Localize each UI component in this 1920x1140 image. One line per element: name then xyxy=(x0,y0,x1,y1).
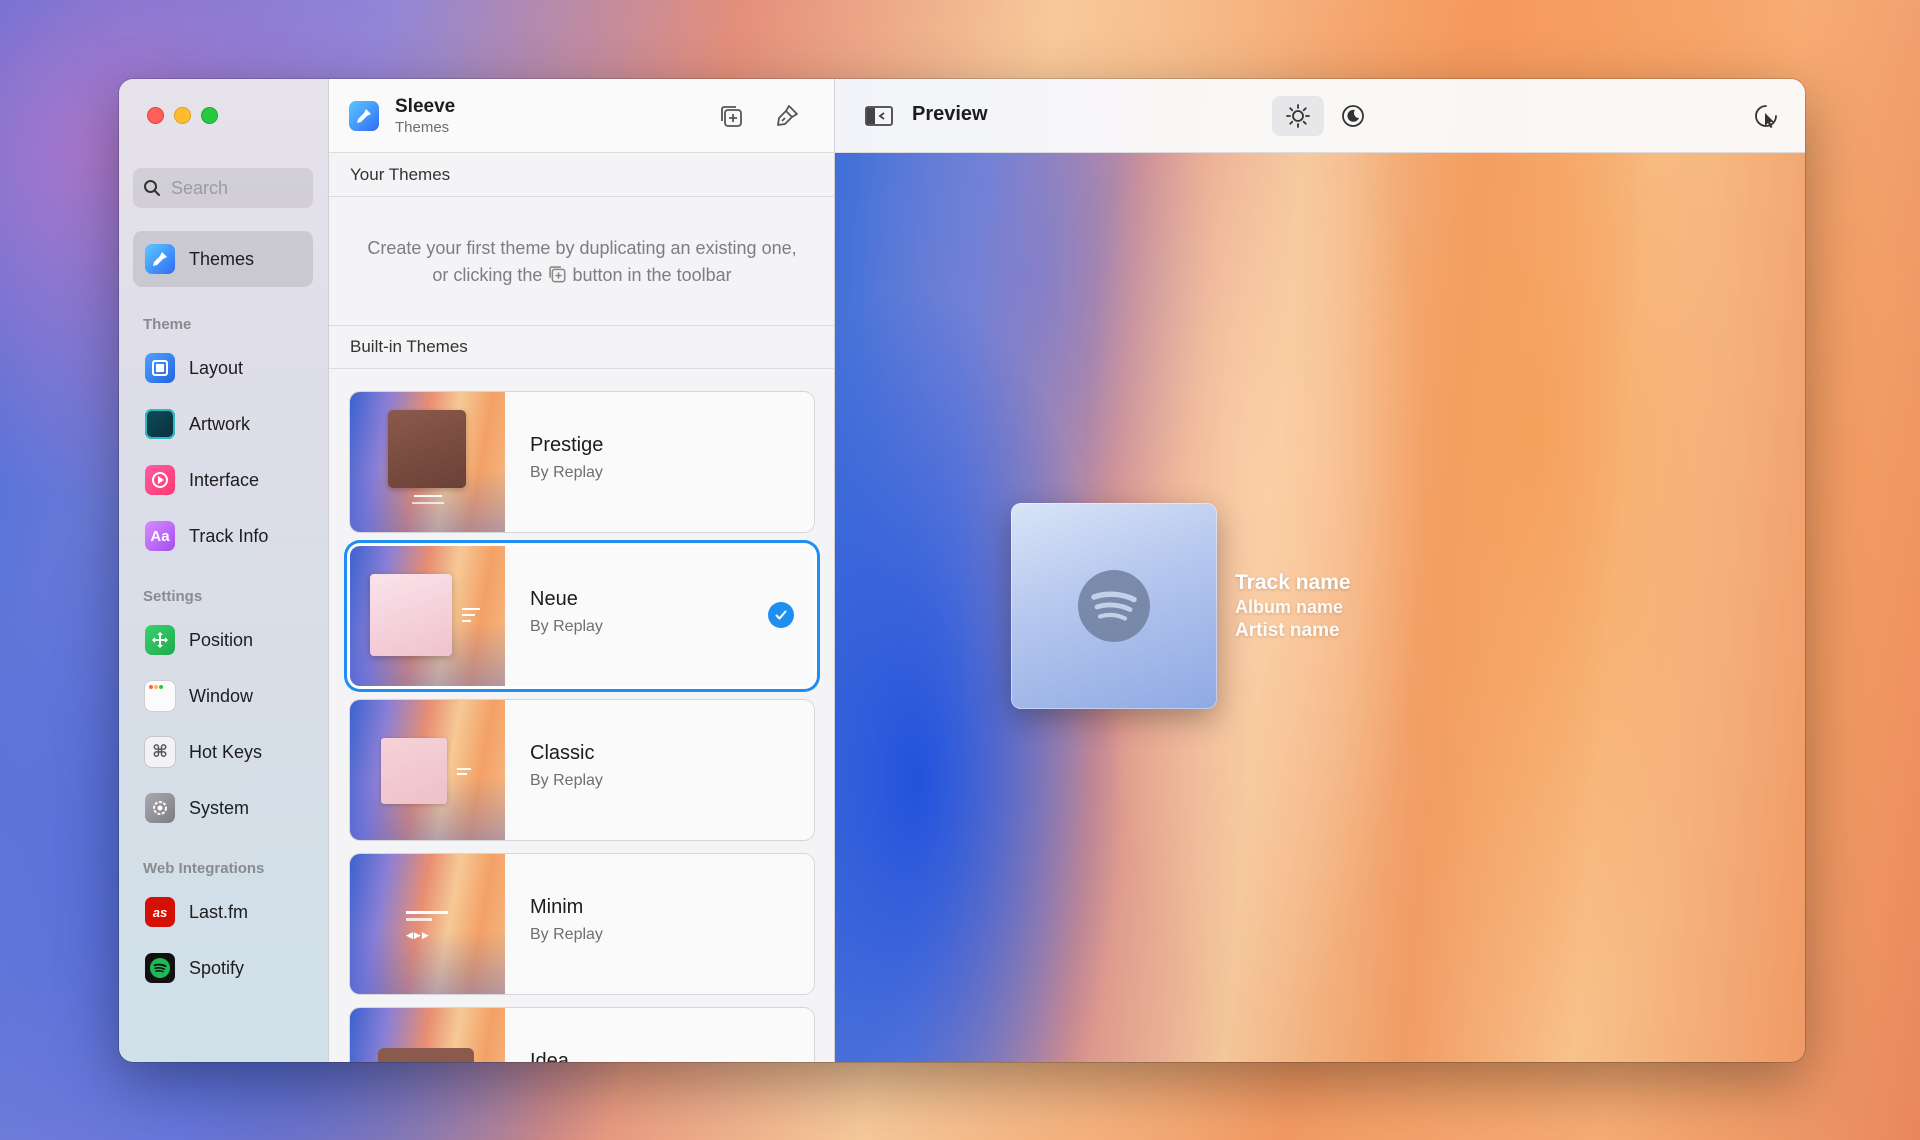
theme-thumbnail xyxy=(350,1008,505,1062)
zoom-window-button[interactable] xyxy=(201,107,218,124)
app-subtitle: Themes xyxy=(395,119,450,136)
preview-title: Preview xyxy=(912,103,988,125)
artwork-icon xyxy=(145,409,175,439)
text-icon: Aa xyxy=(145,521,175,551)
theme-thumbnail xyxy=(350,392,505,532)
interface-icon xyxy=(145,465,175,495)
app-title: Sleeve xyxy=(395,96,456,117)
empty-message-text: button in the toolbar xyxy=(572,265,732,285)
minimize-window-button[interactable] xyxy=(174,107,191,124)
theme-name: Minim xyxy=(530,896,584,918)
sidebar-item-label: Themes xyxy=(189,248,255,269)
theme-thumbnail: ◀▶▶ xyxy=(350,854,505,994)
sidebar-item-artwork[interactable]: Artwork xyxy=(133,402,313,446)
themes-toolbar: Sleeve Themes xyxy=(329,79,834,153)
theme-thumbnail xyxy=(350,546,505,686)
sidebar-item-label: Track Info xyxy=(189,525,269,546)
sidebar-item-system[interactable]: System xyxy=(133,786,313,830)
spotify-icon xyxy=(1078,570,1150,642)
theme-thumbnail xyxy=(350,700,505,840)
command-key-icon: ⌘ xyxy=(145,737,175,767)
search-input[interactable] xyxy=(171,177,301,199)
light-mode-button[interactable] xyxy=(1272,96,1324,136)
app-window: Themes Theme Layout Artwork Interface Aa… xyxy=(119,79,1805,1062)
theme-card-idea[interactable]: Idea xyxy=(350,1008,814,1062)
sidebar-item-label: Layout xyxy=(189,357,244,378)
theme-author: By Replay xyxy=(530,464,603,481)
empty-themes-message: Create your first theme by duplicating a… xyxy=(359,235,805,289)
sidebar-item-label: System xyxy=(189,797,250,818)
layout-icon xyxy=(145,353,175,383)
sidebar-item-spotify[interactable]: Spotify xyxy=(133,946,313,990)
theme-card-neue[interactable]: Neue By Replay xyxy=(350,546,814,686)
track-info: Track name Album name Artist name xyxy=(1235,571,1351,643)
close-window-button[interactable] xyxy=(147,107,164,124)
sidebar-item-lastfm[interactable]: as Last.fm xyxy=(133,890,313,934)
moon-icon xyxy=(1342,105,1364,127)
theme-name: Neue xyxy=(530,588,578,610)
theme-card-minim[interactable]: ◀▶▶ Minim By Replay xyxy=(350,854,814,994)
themes-icon xyxy=(145,244,175,274)
selected-checkmark-icon xyxy=(768,602,794,628)
duplicate-theme-button[interactable] xyxy=(714,99,748,133)
sidebar-item-interface[interactable]: Interface xyxy=(133,458,313,502)
move-arrows-icon xyxy=(145,625,175,655)
album-name: Album name xyxy=(1235,597,1344,617)
search-icon xyxy=(144,180,160,196)
section-label-settings: Settings xyxy=(143,588,203,605)
sidebar-item-label: Interface xyxy=(189,469,260,490)
sidebar-item-themes[interactable]: Themes xyxy=(133,231,313,287)
sidebar-item-label: Artwork xyxy=(189,413,251,434)
paintbrush-icon xyxy=(777,105,798,126)
section-label-theme: Theme xyxy=(143,316,192,333)
lastfm-icon: as xyxy=(145,897,175,927)
sun-icon xyxy=(1286,104,1310,128)
theme-card-classic[interactable]: Classic By Replay xyxy=(350,700,814,840)
sidebar-item-label: Window xyxy=(189,685,254,706)
theme-author: By Replay xyxy=(530,926,603,943)
preview-toolbar: Preview xyxy=(835,79,1805,153)
album-artwork xyxy=(1011,503,1217,709)
theme-name: Prestige xyxy=(530,434,604,456)
theme-card-prestige[interactable]: Prestige By Replay xyxy=(350,392,814,532)
edit-theme-button[interactable] xyxy=(770,99,804,133)
sidebar-toggle-icon xyxy=(865,106,893,126)
sidebar-item-window[interactable]: Window xyxy=(133,674,313,718)
sidebar-item-label: Position xyxy=(189,629,254,650)
sleeve-app-icon xyxy=(349,101,379,131)
sidebar-item-label: Hot Keys xyxy=(189,741,263,762)
duplicate-icon xyxy=(721,106,742,127)
built-in-themes-header: Built-in Themes xyxy=(329,325,834,369)
interaction-mode-button[interactable] xyxy=(1740,96,1792,136)
toggle-sidebar-button[interactable] xyxy=(853,96,905,136)
dark-mode-button[interactable] xyxy=(1327,96,1379,136)
artist-name: Artist name xyxy=(1235,620,1340,641)
duplicate-icon xyxy=(549,266,566,283)
spotify-icon xyxy=(145,953,175,983)
sidebar: Themes Theme Layout Artwork Interface Aa… xyxy=(119,79,329,1062)
sidebar-item-position[interactable]: Position xyxy=(133,618,313,662)
cursor-click-icon xyxy=(1755,105,1777,128)
sidebar-item-label: Spotify xyxy=(189,957,245,978)
theme-author: By Replay xyxy=(530,772,603,789)
search-field[interactable] xyxy=(133,168,313,208)
gear-icon xyxy=(145,793,175,823)
track-name: Track name xyxy=(1235,571,1351,594)
sidebar-item-layout[interactable]: Layout xyxy=(133,346,313,390)
sidebar-item-label: Last.fm xyxy=(189,901,249,922)
themes-panel: Sleeve Themes Your Themes Create your fi… xyxy=(329,79,835,1062)
theme-author: By Replay xyxy=(530,618,603,635)
sidebar-item-track-info[interactable]: Aa Track Info xyxy=(133,514,313,558)
window-controls xyxy=(147,107,218,124)
sidebar-item-hot-keys[interactable]: ⌘ Hot Keys xyxy=(133,730,313,774)
your-themes-header: Your Themes xyxy=(329,153,834,197)
preview-panel: Preview Track name Album name Artist nam… xyxy=(835,79,1805,1062)
theme-name: Idea xyxy=(530,1050,569,1062)
theme-name: Classic xyxy=(530,742,595,764)
section-label-web-integrations: Web Integrations xyxy=(143,860,265,877)
window-icon xyxy=(145,681,175,711)
